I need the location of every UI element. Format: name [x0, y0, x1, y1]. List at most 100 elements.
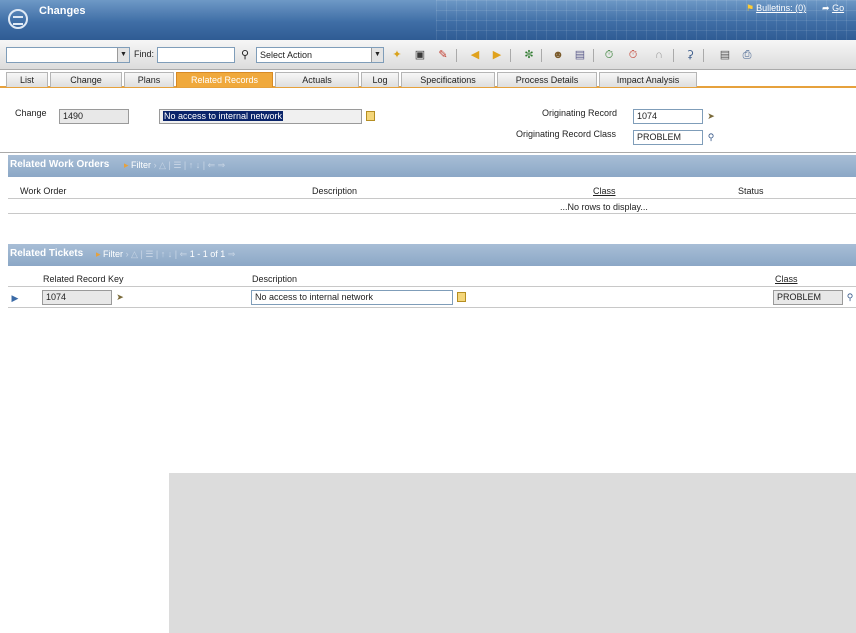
start-timer-icon[interactable]: ⏱ — [602, 48, 616, 62]
action-select[interactable]: Select Action ▼ — [256, 47, 384, 63]
next-page-icon[interactable]: ↓ — [196, 160, 201, 170]
table-row-divider — [8, 286, 856, 287]
originating-record-label: Originating Record — [542, 108, 618, 118]
go-arrow-icon: ➦ — [822, 3, 830, 13]
change-description-text: No access to internal network — [163, 111, 284, 121]
tab-list[interactable]: List — [6, 72, 48, 87]
report-icon[interactable]: ▤ — [573, 48, 587, 62]
bulletins-link[interactable]: ⚑ Bulletins: (0) — [746, 3, 806, 14]
document-icon[interactable]: ▤ — [718, 48, 732, 62]
table-row-divider — [8, 198, 856, 199]
column-header-class[interactable]: Class — [775, 274, 798, 284]
clear-filter-icon[interactable]: › △ — [154, 160, 169, 170]
related-tickets-title: Related Tickets — [10, 248, 84, 259]
next-arrow-icon[interactable]: ⇒ — [228, 249, 236, 259]
previous-page-icon[interactable]: ↑ — [161, 249, 166, 259]
binoculars-icon[interactable]: ⚲ — [238, 48, 252, 62]
approve-icon[interactable]: ∩ — [652, 48, 666, 62]
tab-change[interactable]: Change — [50, 72, 122, 87]
find-label: Find: — [134, 49, 155, 59]
next-page-icon[interactable]: ↓ — [168, 249, 173, 259]
query-select[interactable]: ▼ — [6, 47, 130, 63]
toolbar-separator — [703, 49, 704, 62]
long-description-icon[interactable] — [366, 111, 375, 121]
go-link[interactable]: ➦ Go — [822, 3, 844, 14]
go-label[interactable]: Go — [832, 3, 844, 13]
related-description-field[interactable]: No access to internal network — [251, 290, 453, 305]
previous-page-icon[interactable]: ↑ — [189, 160, 194, 170]
column-header-related-record-key[interactable]: Related Record Key — [43, 274, 124, 284]
tab-related-records[interactable]: Related Records — [176, 72, 273, 87]
split-icon[interactable]: ⚳ — [683, 48, 697, 62]
table-row-divider — [8, 213, 856, 214]
column-header-description[interactable]: Description — [312, 186, 357, 196]
work-orders-filter-label[interactable]: Filter — [131, 160, 151, 170]
related-tickets-header: Related Tickets ▸ Filter › △ | ☰ | ↑ ↓ |… — [8, 244, 856, 266]
expand-row-icon[interactable]: ▶ — [10, 293, 20, 303]
tab-specifications[interactable]: Specifications — [401, 72, 495, 87]
tab-impact-analysis[interactable]: Impact Analysis — [599, 72, 697, 87]
save-icon[interactable]: ▣ — [413, 48, 427, 62]
column-header-status[interactable]: Status — [738, 186, 764, 196]
tickets-filter-label[interactable]: Filter — [103, 249, 123, 259]
tab-plans[interactable]: Plans — [124, 72, 174, 87]
next-icon[interactable]: ▶ — [490, 48, 504, 62]
tab-bar: List Change Plans Related Records Actual… — [0, 71, 856, 88]
column-header-work-order[interactable]: Work Order — [20, 186, 66, 196]
originating-class-field[interactable]: PROBLEM — [633, 130, 703, 145]
related-work-orders-title: Related Work Orders — [10, 159, 110, 170]
table-row-divider — [8, 307, 856, 308]
previous-arrow-icon[interactable]: | ⇐ — [175, 249, 187, 259]
select-records-icon[interactable]: | ☰ | — [168, 160, 186, 170]
tickets-pagination: 1 - 1 of 1 — [189, 249, 226, 259]
toolbar-separator — [593, 49, 594, 62]
column-header-description[interactable]: Description — [252, 274, 297, 284]
tab-log[interactable]: Log — [361, 72, 399, 87]
toolbar: ▼ Find: ⚲ Select Action ▼ ✦ ▣ ✎ ◀ ▶ ✼ ☻ … — [0, 40, 856, 70]
toolbar-separator — [456, 49, 457, 62]
app-title: Changes — [39, 5, 86, 17]
originating-class-label: Originating Record Class — [516, 129, 617, 139]
bulletins-label[interactable]: Bulletins: (0) — [756, 3, 806, 13]
tab-process-details[interactable]: Process Details — [497, 72, 597, 87]
change-label: Change — [15, 108, 47, 118]
page-arrows-icon[interactable]: | ⇐ ⇒ — [203, 160, 225, 170]
related-record-key-field: 1074 — [42, 290, 112, 305]
new-record-icon[interactable]: ✦ — [390, 48, 404, 62]
clear-filter-icon[interactable]: › △ — [126, 249, 141, 259]
section-divider — [0, 152, 856, 153]
empty-rows-message: ...No rows to display... — [560, 202, 648, 212]
change-field: 1490 — [59, 109, 129, 124]
work-orders-table-tools: ▸ Filter › △ | ☰ | ↑ ↓ | ⇐ ⇒ — [124, 160, 225, 171]
toolbar-separator — [673, 49, 674, 62]
tickets-table-tools: ▸ Filter › △ | ☰ | ↑ ↓ | ⇐ 1 - 1 of 1 ⇒ — [96, 249, 235, 260]
detail-menu-icon[interactable]: ➤ — [706, 111, 716, 121]
toolbar-separator — [541, 49, 542, 62]
find-input[interactable] — [157, 47, 235, 63]
flag-icon: ⚑ — [746, 3, 755, 13]
toolbar-separator — [510, 49, 511, 62]
lookup-icon[interactable]: ⚲ — [706, 132, 716, 142]
clear-icon[interactable]: ✎ — [436, 48, 450, 62]
empty-panel — [169, 473, 856, 633]
originating-record-field[interactable]: 1074 — [633, 109, 703, 124]
long-description-icon[interactable] — [457, 292, 466, 302]
filter-icon[interactable]: ▸ — [124, 160, 129, 170]
chevron-down-icon[interactable]: ▼ — [117, 48, 129, 62]
change-description-field[interactable]: No access to internal network — [159, 109, 362, 124]
lookup-icon[interactable]: ⚲ — [845, 292, 855, 302]
app-header: Changes ⚑ Bulletins: (0) ➦ Go — [0, 0, 856, 40]
chevron-down-icon[interactable]: ▼ — [371, 48, 383, 62]
stop-timer-icon[interactable]: ⏱ — [626, 48, 640, 62]
tab-actuals[interactable]: Actuals — [275, 72, 359, 87]
print-icon[interactable]: ⎙ — [740, 48, 754, 62]
detail-menu-icon[interactable]: ➤ — [115, 292, 125, 302]
related-class-field: PROBLEM — [773, 290, 843, 305]
select-records-icon[interactable]: | ☰ | — [140, 249, 158, 259]
column-header-class[interactable]: Class — [593, 186, 616, 196]
filter-icon[interactable]: ▸ — [96, 249, 101, 259]
workflow-icon[interactable]: ✼ — [522, 48, 536, 62]
people-icon[interactable]: ☻ — [551, 48, 565, 62]
action-select-value: Select Action — [260, 50, 313, 60]
previous-icon[interactable]: ◀ — [468, 48, 482, 62]
